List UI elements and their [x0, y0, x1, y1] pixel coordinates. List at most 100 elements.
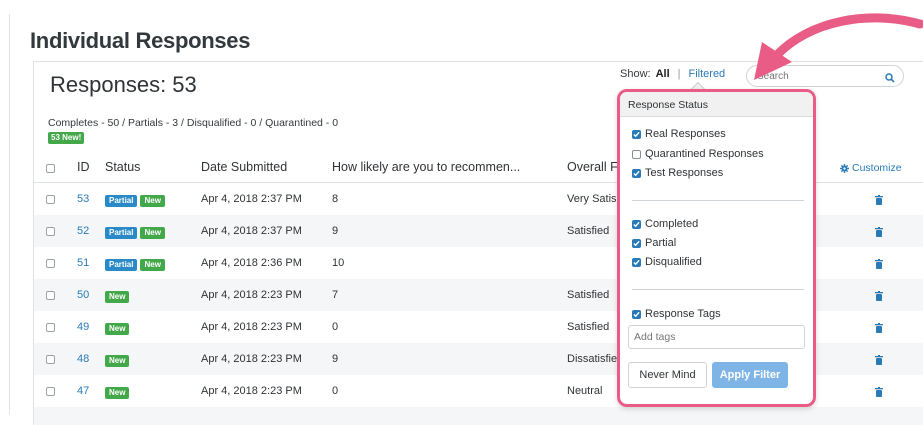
- row-date: Apr 4, 2018 2:37 PM: [201, 225, 302, 237]
- option-real-responses[interactable]: Real Responses: [632, 128, 726, 140]
- option-label: Response Tags: [645, 308, 721, 320]
- left-divider: [9, 14, 10, 414]
- row-status-tags: New: [105, 354, 132, 367]
- trash-icon[interactable]: [875, 352, 883, 370]
- row-id[interactable]: 47: [77, 385, 89, 397]
- customize-label: Customize: [852, 162, 902, 174]
- responses-summary: Completes - 50 / Partials - 3 / Disquali…: [48, 117, 339, 129]
- popover-divider: [632, 200, 804, 201]
- row-id[interactable]: 50: [77, 289, 89, 301]
- customize-link[interactable]: Customize: [840, 162, 902, 174]
- new-tag: New: [140, 259, 165, 271]
- popover-divider: [632, 289, 804, 290]
- option-partial[interactable]: Partial: [632, 237, 676, 249]
- row-id[interactable]: 53: [77, 193, 89, 205]
- row-date: Apr 4, 2018 2:36 PM: [201, 257, 302, 269]
- row-date: Apr 4, 2018 2:23 PM: [201, 353, 302, 365]
- popover-title: Response Status: [628, 99, 708, 111]
- row-status-tags: New: [105, 386, 132, 399]
- app-frame: Individual Responses Responses: 53 Compl…: [0, 0, 923, 425]
- row-score: 10: [332, 257, 345, 269]
- row-date: Apr 4, 2018 2:23 PM: [201, 385, 302, 397]
- row-score: 7: [332, 289, 339, 301]
- row-checkbox[interactable]: [46, 259, 55, 268]
- column-header-id[interactable]: ID: [77, 160, 90, 174]
- row-checkbox[interactable]: [46, 227, 55, 236]
- select-all-checkbox[interactable]: [46, 164, 55, 173]
- never-mind-button[interactable]: Never Mind: [628, 362, 707, 388]
- show-filter-toggle: Show: All | Filtered: [620, 68, 725, 80]
- row-checkbox[interactable]: [46, 355, 55, 364]
- show-label: Show:: [620, 68, 651, 80]
- row-overall: Dissatisfie: [567, 353, 618, 365]
- row-overall: Satisfied: [567, 289, 610, 301]
- table-row: [34, 407, 923, 425]
- trash-icon[interactable]: [875, 288, 883, 306]
- checkbox-unchecked-icon[interactable]: [632, 149, 641, 159]
- row-overall: Neutral: [567, 385, 603, 397]
- page-title: Individual Responses: [30, 28, 251, 53]
- option-label: Partial: [645, 237, 677, 249]
- row-date: Apr 4, 2018 2:23 PM: [201, 289, 302, 301]
- column-header-status[interactable]: Status: [105, 160, 140, 174]
- new-tag: New: [140, 227, 165, 239]
- row-id[interactable]: 48: [77, 353, 89, 365]
- trash-icon[interactable]: [875, 192, 883, 210]
- checkbox-checked-icon[interactable]: [632, 129, 641, 139]
- row-score: 0: [332, 385, 339, 397]
- row-checkbox[interactable]: [46, 323, 55, 332]
- row-score: 0: [332, 321, 339, 333]
- row-score: 9: [332, 353, 339, 365]
- row-id[interactable]: 49: [77, 321, 89, 333]
- column-header-date[interactable]: Date Submitted: [201, 160, 287, 174]
- option-response-tags[interactable]: Response Tags: [632, 308, 721, 320]
- option-quarantined-responses[interactable]: Quarantined Responses: [632, 148, 764, 160]
- checkbox-checked-icon[interactable]: [632, 309, 641, 319]
- trash-icon[interactable]: [875, 224, 883, 242]
- partial-tag: Partial: [105, 227, 138, 239]
- show-filtered-link[interactable]: Filtered: [689, 68, 726, 80]
- row-id[interactable]: 51: [77, 257, 89, 269]
- column-header-overall[interactable]: Overall F: [567, 160, 618, 174]
- row-status-tags: Partial New: [105, 258, 168, 271]
- option-label: Completed: [645, 218, 699, 230]
- partial-tag: Partial: [105, 259, 138, 271]
- option-test-responses[interactable]: Test Responses: [632, 167, 723, 179]
- checkbox-checked-icon[interactable]: [632, 168, 641, 178]
- option-disqualified[interactable]: Disqualified: [632, 256, 702, 268]
- tags-input[interactable]: [629, 326, 799, 348]
- new-tag: New: [140, 195, 165, 207]
- filter-popover: Response Status Real Responses Quarantin…: [617, 89, 816, 407]
- option-completed[interactable]: Completed: [632, 218, 698, 230]
- row-status-tags: New: [105, 290, 132, 303]
- responses-count: Responses: 53: [50, 72, 197, 97]
- new-tag: New: [105, 355, 130, 367]
- row-overall: Satisfied: [567, 321, 610, 333]
- trash-icon[interactable]: [875, 256, 883, 274]
- apply-filter-button[interactable]: Apply Filter: [712, 362, 788, 388]
- option-label: Real Responses: [645, 128, 726, 140]
- gear-icon: [840, 163, 849, 173]
- row-overall: Satisfied: [567, 225, 610, 237]
- option-label: Test Responses: [645, 167, 724, 179]
- checkbox-checked-icon[interactable]: [632, 257, 641, 267]
- row-checkbox[interactable]: [46, 195, 55, 204]
- trash-icon[interactable]: [875, 384, 883, 402]
- new-tag: New: [105, 291, 130, 303]
- row-score: 8: [332, 193, 339, 205]
- checkbox-checked-icon[interactable]: [632, 238, 641, 248]
- show-all-link[interactable]: All: [656, 68, 670, 80]
- new-tag: New: [105, 323, 130, 335]
- annotation-arrow-icon: [754, 13, 923, 80]
- new-count-badge: 53 New!: [48, 132, 85, 144]
- trash-icon[interactable]: [875, 320, 883, 338]
- tags-field: [628, 325, 805, 349]
- popover-header: Response Status: [620, 92, 813, 117]
- column-header-recommend[interactable]: How likely are you to recommen...: [332, 160, 520, 174]
- option-label: Quarantined Responses: [645, 148, 764, 160]
- checkbox-checked-icon[interactable]: [632, 219, 641, 229]
- row-date: Apr 4, 2018 2:23 PM: [201, 321, 302, 333]
- row-id[interactable]: 52: [77, 225, 89, 237]
- row-checkbox[interactable]: [46, 291, 55, 300]
- row-checkbox[interactable]: [46, 387, 55, 396]
